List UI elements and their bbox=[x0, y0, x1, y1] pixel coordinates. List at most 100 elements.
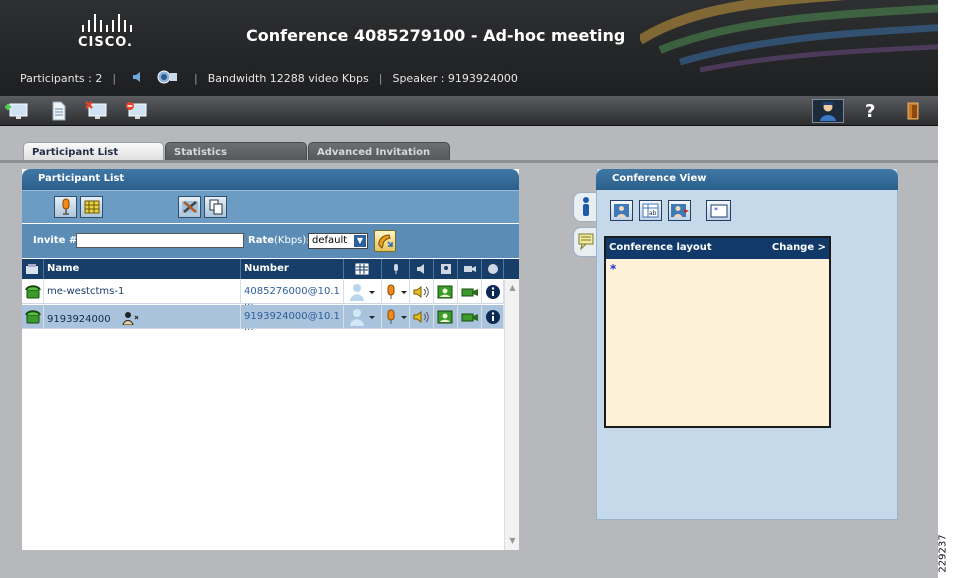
person-dropdown-icon bbox=[350, 284, 375, 301]
document-icon bbox=[52, 101, 66, 121]
conference-view-title: Conference View bbox=[596, 169, 898, 190]
cisco-logo-bars bbox=[82, 14, 148, 32]
phone-icon bbox=[26, 264, 38, 274]
col-camera bbox=[458, 259, 482, 279]
rate-select[interactable]: default ▼ bbox=[308, 233, 368, 249]
participant-table-header: Name Number bbox=[22, 259, 519, 279]
participant-view-side-tab[interactable] bbox=[573, 192, 597, 222]
row-info-cell[interactable] bbox=[482, 305, 504, 329]
participants-count: Participants : 2 bbox=[20, 72, 103, 85]
svg-text:*: * bbox=[714, 206, 718, 215]
tools-icon bbox=[181, 201, 198, 213]
chat-side-tab[interactable] bbox=[573, 227, 597, 257]
tab-underline bbox=[0, 160, 938, 163]
table-row[interactable]: 9193924000 9193924000@10.1 ... bbox=[22, 305, 504, 333]
participant-list-panel: Participant List Invite #: Rate(Kbps): d… bbox=[22, 169, 519, 550]
invite-label: Invite #: bbox=[33, 235, 82, 246]
row-info-cell[interactable] bbox=[482, 280, 504, 304]
col-volume bbox=[410, 259, 434, 279]
conference-title: Conference 4085279100 - Ad-hoc meeting bbox=[246, 26, 626, 45]
row-volume-cell[interactable] bbox=[410, 305, 434, 329]
grid-icon bbox=[355, 263, 369, 275]
scroll-up-icon[interactable]: ▲ bbox=[507, 283, 518, 294]
main-toolbar: ? bbox=[0, 96, 938, 126]
rate-select-value: default bbox=[312, 235, 348, 246]
copy-button[interactable] bbox=[204, 196, 227, 218]
picture-icon bbox=[437, 310, 453, 324]
tab-participant-list[interactable]: Participant List bbox=[23, 142, 164, 162]
layout-marker: * bbox=[610, 262, 617, 276]
cisco-logo: CISCO. bbox=[78, 14, 148, 54]
col-video bbox=[434, 259, 458, 279]
participant-name[interactable]: me-westctms-1 bbox=[44, 280, 241, 304]
divider: | bbox=[378, 72, 383, 85]
connected-phone-icon bbox=[25, 285, 41, 299]
row-video-cell[interactable] bbox=[434, 280, 458, 304]
scroll-down-icon[interactable]: ▼ bbox=[507, 536, 518, 547]
col-name-header[interactable]: Name bbox=[44, 259, 241, 279]
table-row[interactable]: me-westctms-1 4085276000@10.1 ... bbox=[22, 280, 504, 308]
row-volume-cell[interactable] bbox=[410, 280, 434, 304]
row-layout-cell[interactable] bbox=[344, 305, 382, 329]
person-frame-icon bbox=[614, 204, 629, 217]
col-number-header[interactable]: Number bbox=[241, 259, 344, 279]
participant-name-cell[interactable]: 9193924000 bbox=[44, 305, 241, 329]
row-layout-cell[interactable] bbox=[344, 280, 382, 304]
exit-button[interactable] bbox=[900, 100, 926, 122]
chevron-down-icon: ▼ bbox=[354, 235, 366, 247]
rate-unit-text: (Kbps): bbox=[274, 235, 310, 246]
row-camera-cell[interactable] bbox=[458, 305, 482, 329]
text-frame-icon: ab bbox=[642, 203, 659, 218]
col-status bbox=[22, 259, 44, 279]
disconnect-tools-button[interactable] bbox=[178, 196, 201, 218]
layout-text-button[interactable]: ab bbox=[639, 200, 662, 221]
camera-icon bbox=[464, 266, 476, 272]
row-video-cell[interactable] bbox=[434, 305, 458, 329]
add-conference-button[interactable] bbox=[4, 100, 30, 122]
add-monitor-icon bbox=[5, 103, 28, 119]
row-camera-cell[interactable] bbox=[458, 280, 482, 304]
divider: | bbox=[112, 72, 117, 85]
exit-door-icon bbox=[907, 102, 919, 120]
row-audio-cell[interactable] bbox=[382, 305, 410, 329]
camera-icon bbox=[461, 313, 478, 322]
end-conference-button[interactable] bbox=[84, 100, 110, 122]
invite-number-input[interactable] bbox=[76, 233, 244, 248]
app-window: CISCO. Conference 4085279100 - Ad-hoc me… bbox=[0, 0, 938, 578]
invite-row: Invite #: Rate(Kbps): default ▼ bbox=[22, 224, 519, 258]
help-button[interactable]: ? bbox=[858, 100, 884, 122]
layout-person-button[interactable] bbox=[610, 200, 633, 221]
speaker-info: Speaker : 9193924000 bbox=[392, 72, 518, 85]
divider: | bbox=[194, 72, 198, 85]
layout-pip-button[interactable] bbox=[668, 200, 691, 221]
change-layout-link[interactable]: Change > bbox=[772, 242, 826, 253]
operator-person-icon bbox=[820, 102, 836, 121]
lock-conference-button[interactable] bbox=[124, 100, 150, 122]
dial-button[interactable] bbox=[374, 230, 396, 252]
speaker-person-icon bbox=[122, 312, 139, 326]
participant-name: 9193924000 bbox=[47, 314, 111, 325]
row-audio-cell[interactable] bbox=[382, 280, 410, 304]
mute-all-button[interactable] bbox=[54, 196, 77, 218]
video-camera-icon[interactable] bbox=[156, 70, 178, 87]
col-layout bbox=[344, 259, 382, 279]
microphone-icon bbox=[62, 198, 69, 215]
monitor-minus-icon bbox=[126, 102, 147, 119]
conference-infobar: Participants : 2 | | Bandwidth 12288 vid… bbox=[20, 70, 518, 87]
copy-icon bbox=[209, 199, 222, 215]
tab-advanced-invitation[interactable]: Advanced Invitation bbox=[308, 142, 450, 161]
operator-button[interactable] bbox=[812, 99, 844, 123]
document-button[interactable] bbox=[46, 100, 72, 122]
grid-icon bbox=[84, 200, 99, 214]
svg-text:ab: ab bbox=[649, 210, 657, 217]
layout-grid-button[interactable] bbox=[80, 196, 103, 218]
layout-auto-button[interactable]: * bbox=[706, 200, 731, 221]
participant-scrollbar[interactable]: ▲ ▼ bbox=[504, 280, 519, 550]
col-audio bbox=[382, 259, 410, 279]
decorative-swoosh bbox=[640, 0, 938, 73]
speaker-volume-icon[interactable] bbox=[132, 71, 144, 86]
tab-statistics[interactable]: Statistics bbox=[165, 142, 307, 161]
microphone-icon bbox=[387, 309, 407, 324]
row-status-cell bbox=[22, 305, 44, 329]
microphone-icon bbox=[394, 264, 398, 274]
